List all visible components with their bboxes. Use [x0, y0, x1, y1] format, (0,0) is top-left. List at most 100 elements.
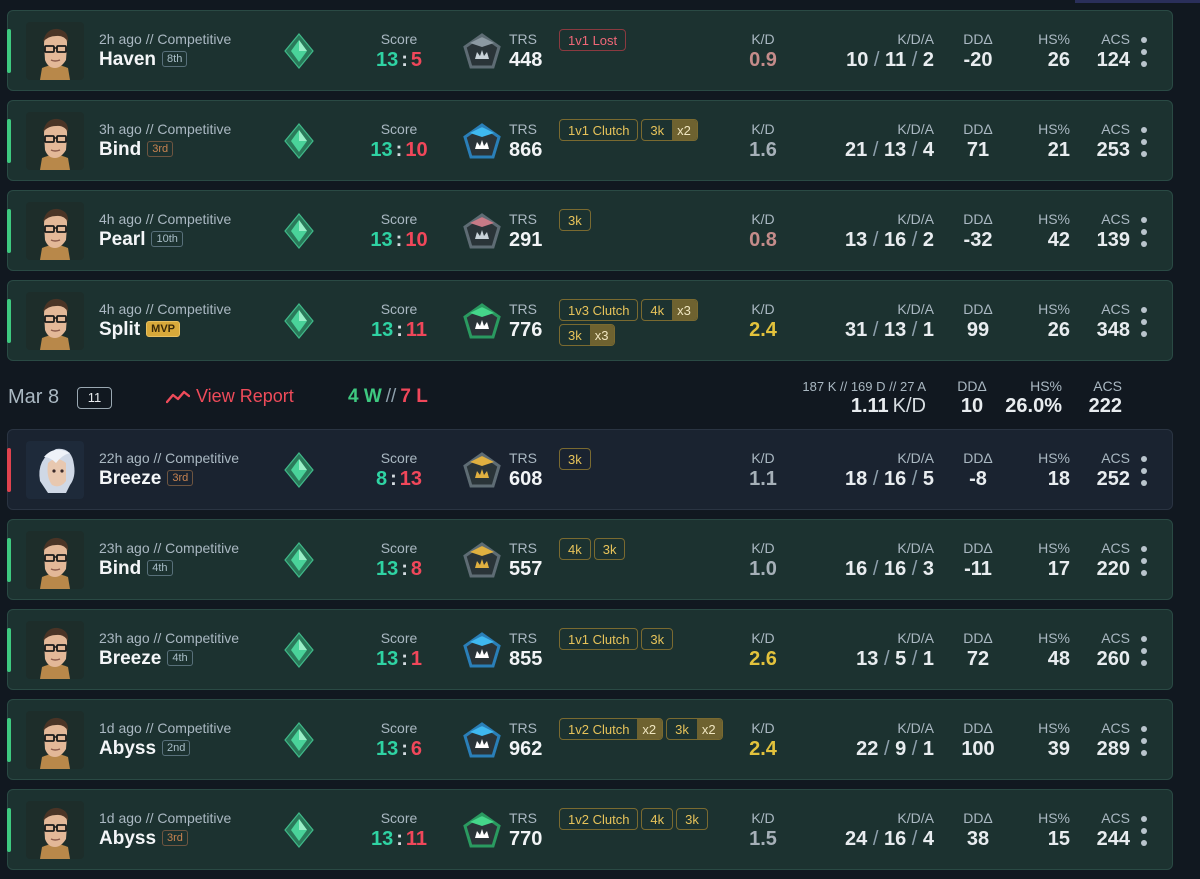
rank-icon: [284, 33, 314, 69]
trs-label: TRS: [509, 301, 537, 317]
assists: 2: [922, 49, 934, 71]
achievement-badges: 4k 3k: [559, 538, 729, 563]
match-time-mode: 4h ago // Competitive: [99, 211, 232, 227]
kda-slash: /: [906, 558, 923, 580]
badge-text: 1v1 Clutch: [568, 123, 630, 138]
acs-value: 260: [1096, 648, 1130, 670]
trs-tier-icon: [463, 303, 501, 341]
kd-label: K/D: [751, 540, 775, 556]
match-row[interactable]: 1d ago // Competitive Abyss 2nd Score 13:6 TR…: [7, 699, 1173, 780]
map-name: Bind 3rd: [99, 139, 174, 161]
trs-label: TRS: [509, 31, 537, 47]
kda-label: K/D/A: [897, 810, 934, 826]
dd-label: DDΔ: [963, 810, 993, 826]
dot: [1141, 49, 1147, 55]
match-row[interactable]: 4h ago // Competitive Pearl 10th Score 13:10…: [7, 190, 1173, 271]
badge-text: 1v2 Clutch: [568, 812, 630, 827]
more-options-icon[interactable]: [1136, 726, 1152, 756]
more-options-icon[interactable]: [1136, 127, 1152, 157]
hs-value: 39: [1047, 738, 1070, 760]
kda-slash: /: [906, 648, 923, 670]
more-options-icon[interactable]: [1136, 636, 1152, 666]
score-team: 13: [370, 828, 394, 850]
map-name-text: Breeze: [99, 468, 162, 489]
match-row[interactable]: 22h ago // Competitive Breeze 3rd Score 8:13…: [7, 429, 1173, 510]
kda-slash: /: [867, 139, 884, 161]
more-options-icon[interactable]: [1136, 37, 1152, 67]
trs-tier-icon: [463, 542, 501, 580]
deaths: 16: [883, 828, 907, 850]
dd-label: DDΔ: [963, 720, 993, 736]
map-name: Pearl 10th: [99, 229, 183, 251]
match-row[interactable]: 2h ago // Competitive Haven 8th Score 13:5 TR…: [7, 10, 1173, 91]
result-strip: [7, 119, 11, 163]
badge-text: 4k: [568, 542, 582, 557]
kd-label: K/D: [751, 720, 775, 736]
dot: [1141, 241, 1147, 247]
match-score: 13:8: [348, 558, 450, 581]
badge-text: 3k: [602, 542, 617, 557]
assists: 2: [922, 229, 934, 251]
placement-badge: 2nd: [162, 740, 191, 756]
agent-avatar: [26, 202, 84, 260]
kda-slash: /: [878, 648, 896, 670]
badge-text: 3k: [650, 632, 665, 647]
day-hs-value: 26.0%: [1005, 395, 1062, 417]
hs-label: HS%: [1038, 810, 1070, 826]
hs-label: HS%: [1038, 540, 1070, 556]
achievement-badge: 3k: [641, 628, 674, 650]
dot: [1141, 648, 1147, 654]
map-name-text: Split: [99, 319, 141, 340]
score-team: 13: [370, 229, 393, 251]
result-strip: [7, 718, 11, 762]
kd-label: K/D: [751, 211, 775, 227]
match-row[interactable]: 4h ago // Competitive Split MVP Score 13:11 T…: [7, 280, 1173, 361]
badge-text: 1v1 Lost: [568, 33, 618, 48]
day-kd-unit: K/D: [892, 395, 926, 417]
more-options-icon[interactable]: [1136, 546, 1152, 576]
deaths: 13: [883, 319, 907, 341]
trs-tier-icon: [463, 213, 501, 251]
map-name: Breeze 4th: [99, 648, 193, 670]
deaths: 16: [883, 468, 907, 490]
assists: 4: [922, 139, 934, 161]
match-row[interactable]: 23h ago // Competitive Bind 4th Score 13:8 TR…: [7, 519, 1173, 600]
trs-tier-icon: [463, 33, 501, 71]
more-options-icon[interactable]: [1136, 307, 1152, 337]
day-win-loss: 4 W//7 L: [348, 386, 428, 408]
kda-label: K/D/A: [897, 31, 934, 47]
more-options-icon[interactable]: [1136, 816, 1152, 846]
match-row[interactable]: 1d ago // Competitive Abyss 3rd Score 13:11 T…: [7, 789, 1173, 870]
match-row[interactable]: 23h ago // Competitive Breeze 4th Score 13:1…: [7, 609, 1173, 690]
kd-label: K/D: [751, 301, 775, 317]
dd-label: DDΔ: [963, 301, 993, 317]
trs-tier-icon: [463, 722, 501, 760]
deaths: 9: [895, 738, 907, 760]
trs-value: 608: [509, 468, 543, 490]
assists: 1: [922, 648, 934, 670]
dot: [1141, 546, 1147, 552]
kda-value: 13 / 16 / 2: [808, 229, 934, 252]
kd-value: 1.0: [749, 558, 777, 580]
achievement-badge: 1v3 Clutch: [559, 299, 639, 321]
dd-value: -8: [969, 468, 987, 490]
trs-label: TRS: [509, 720, 537, 736]
kd-value: 2.4: [749, 738, 777, 760]
match-row[interactable]: 3h ago // Competitive Bind 3rd Score 13:10 TR…: [7, 100, 1173, 181]
view-report-link[interactable]: View Report: [165, 386, 294, 407]
acs-value: 348: [1096, 319, 1130, 341]
achievement-badge: 4k x3: [641, 299, 698, 321]
trs-value: 448: [509, 49, 543, 71]
more-options-icon[interactable]: [1136, 456, 1152, 486]
dd-value: 71: [966, 139, 990, 161]
kd-label: K/D: [751, 31, 775, 47]
kda-slash: /: [867, 319, 884, 341]
assists: 1: [922, 319, 934, 341]
hs-value: 21: [1047, 139, 1070, 161]
map-name-text: Bind: [99, 558, 142, 579]
more-options-icon[interactable]: [1136, 217, 1152, 247]
kd-label: K/D: [751, 810, 775, 826]
day-dd-value: 10: [960, 395, 984, 417]
badge-multiplier: x3: [589, 325, 615, 345]
dd-label: DDΔ: [963, 121, 993, 137]
